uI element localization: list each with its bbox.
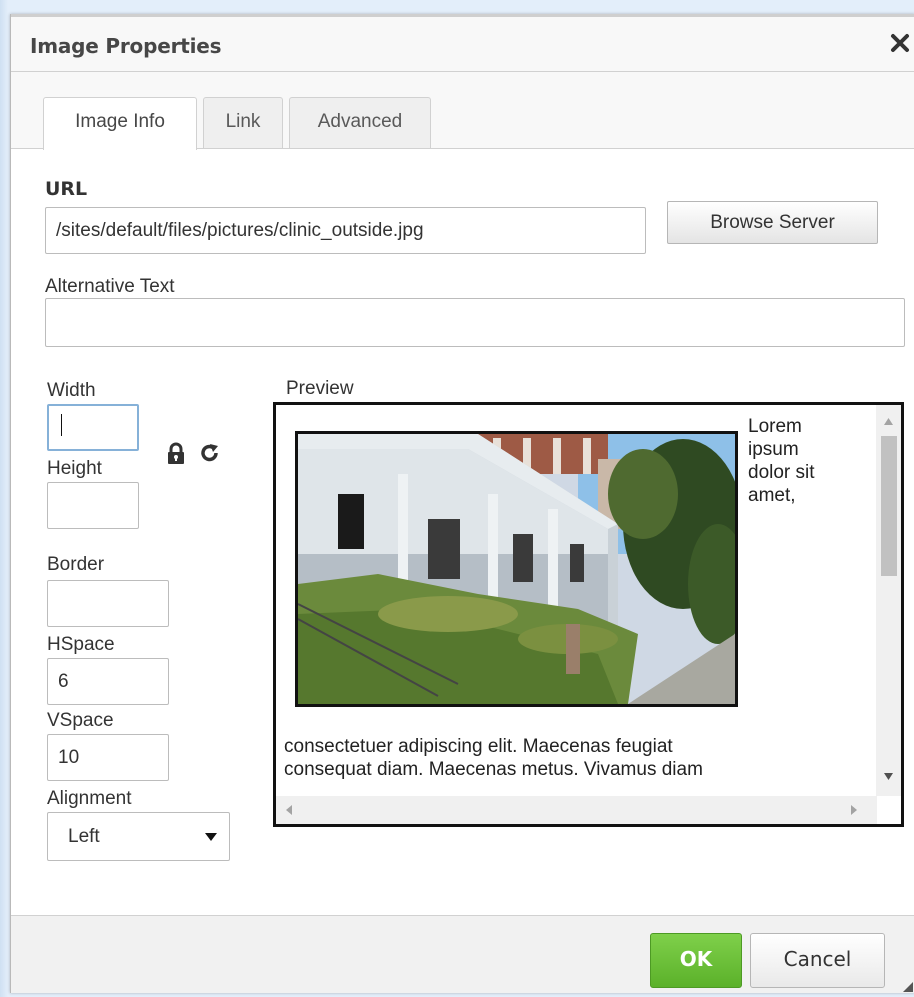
preview-label: Preview <box>286 378 354 399</box>
preview-body-text: consectetuer adipiscing elit. Maecenas f… <box>284 735 703 781</box>
ok-button[interactable]: OK <box>650 933 742 988</box>
url-label: URL <box>45 178 88 200</box>
preview-image <box>295 431 738 707</box>
ok-label: OK <box>679 947 713 971</box>
cancel-label: Cancel <box>783 947 852 971</box>
preview-body-line: consequat diam. Maecenas metus. Vivamus … <box>284 759 703 780</box>
preview-side-line: Lorem <box>748 416 802 437</box>
tab-advanced-label: Advanced <box>317 111 403 132</box>
preview-side-text: Lorem ipsum dolor sit amet, <box>748 415 815 507</box>
dialog-title: Image Properties <box>30 34 222 58</box>
dialog-footer: OK Cancel <box>11 915 914 993</box>
preview-side-line: ipsum <box>748 439 799 460</box>
tab-link[interactable]: Link <box>203 97 283 148</box>
alt-text-input[interactable] <box>45 298 905 347</box>
width-input[interactable] <box>47 404 139 451</box>
hspace-input[interactable]: 6 <box>47 658 169 705</box>
alt-text-label: Alternative Text <box>45 276 175 297</box>
preview-side-line: amet, <box>748 485 796 506</box>
width-label: Width <box>47 380 96 401</box>
preview-pane[interactable]: Lorem ipsum dolor sit amet, consectetuer… <box>273 402 904 827</box>
alignment-label: Alignment <box>47 788 132 809</box>
preview-side-line: dolor sit <box>748 462 815 483</box>
chevron-down-icon <box>205 813 217 860</box>
lock-icon[interactable] <box>166 442 186 466</box>
url-input[interactable]: /sites/default/files/pictures/clinic_out… <box>45 207 646 254</box>
tab-advanced[interactable]: Advanced <box>289 97 431 148</box>
tab-bar: Image Info Link Advanced <box>11 72 914 150</box>
dialog-titlebar[interactable]: Image Properties <box>11 14 914 72</box>
resize-handle-icon[interactable] <box>901 979 913 992</box>
browse-server-button[interactable]: Browse Server <box>667 201 878 244</box>
height-input[interactable] <box>47 482 139 529</box>
border-label: Border <box>47 554 105 575</box>
tab-link-label: Link <box>225 111 261 132</box>
tab-image-info-label: Image Info <box>75 111 165 132</box>
alignment-select[interactable]: Left <box>47 812 230 861</box>
browse-server-label: Browse Server <box>710 212 835 233</box>
reset-size-icon[interactable] <box>199 442 221 464</box>
url-input-value: /sites/default/files/pictures/clinic_out… <box>56 220 424 241</box>
cancel-button[interactable]: Cancel <box>750 933 885 988</box>
vspace-label: VSpace <box>47 710 114 731</box>
vspace-value: 10 <box>58 747 80 768</box>
hspace-value: 6 <box>58 671 69 692</box>
preview-vertical-scrollbar[interactable] <box>876 405 901 796</box>
alignment-value: Left <box>68 826 100 847</box>
height-label: Height <box>47 458 102 479</box>
vspace-input[interactable]: 10 <box>47 734 169 781</box>
hspace-label: HSpace <box>47 634 115 655</box>
preview-body-line: consectetuer adipiscing elit. Maecenas f… <box>284 736 673 757</box>
text-cursor <box>61 413 62 436</box>
border-input[interactable] <box>47 580 169 627</box>
preview-horizontal-scrollbar[interactable] <box>276 796 877 824</box>
close-icon[interactable] <box>885 27 914 59</box>
image-properties-dialog: Image Properties Image Info Link Advance… <box>10 14 914 993</box>
tab-image-info[interactable]: Image Info <box>43 97 197 150</box>
